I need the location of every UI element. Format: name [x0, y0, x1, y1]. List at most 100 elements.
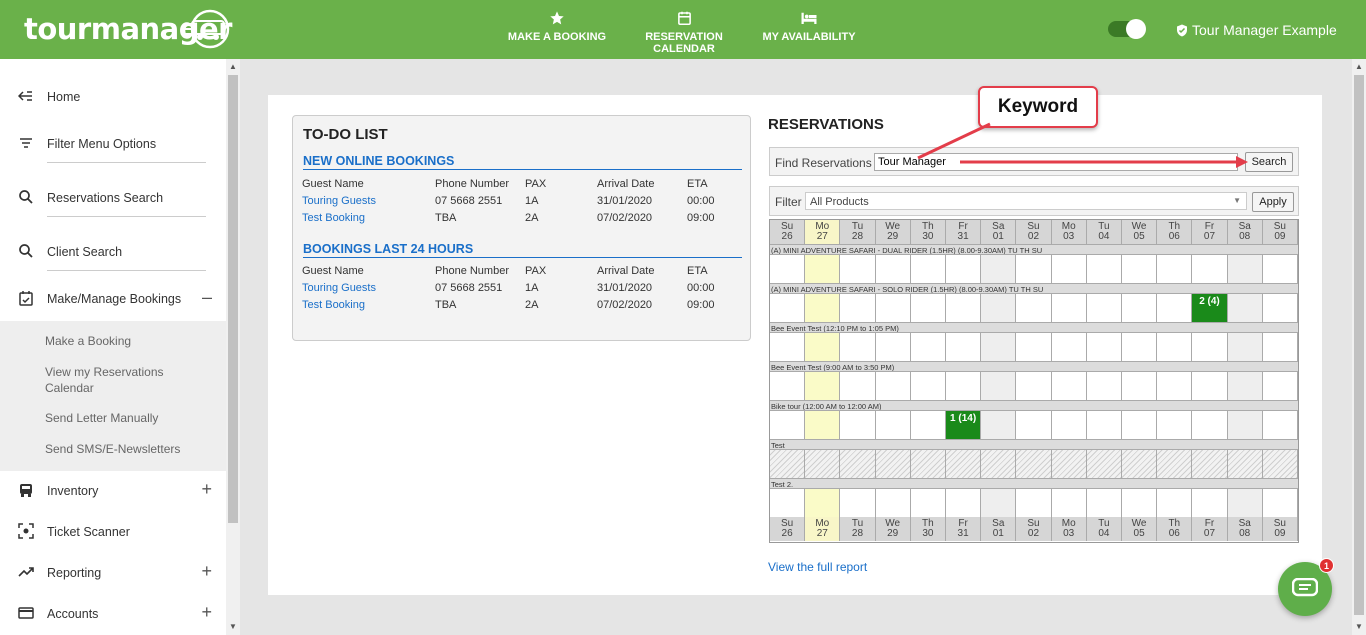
availability-cell[interactable]	[1262, 411, 1298, 439]
chat-launcher-button[interactable]: 1	[1278, 558, 1334, 616]
availability-cell[interactable]	[1086, 411, 1122, 439]
availability-cell[interactable]	[981, 450, 1017, 478]
availability-cell[interactable]	[946, 255, 982, 283]
availability-cell[interactable]	[1016, 333, 1052, 361]
availability-cell[interactable]	[1157, 411, 1193, 439]
availability-cell[interactable]	[1157, 489, 1193, 517]
view-full-report-link[interactable]: View the full report	[768, 560, 867, 574]
sidebar-item-ticket-scanner[interactable]: Ticket Scanner	[0, 517, 226, 547]
availability-cell[interactable]	[1051, 489, 1087, 517]
availability-cell[interactable]	[1192, 372, 1228, 400]
availability-cell[interactable]	[1227, 489, 1263, 517]
availability-cell[interactable]	[910, 333, 946, 361]
user-menu[interactable]: Tour Manager Example	[1176, 22, 1337, 38]
availability-cell[interactable]	[1227, 372, 1263, 400]
nav-make-booking[interactable]: MAKE A BOOKING	[506, 10, 608, 50]
availability-cell[interactable]	[875, 450, 911, 478]
availability-cell[interactable]	[910, 450, 946, 478]
availability-cell[interactable]	[770, 450, 806, 478]
availability-cell[interactable]	[910, 372, 946, 400]
availability-cell[interactable]	[805, 450, 841, 478]
page-scrollbar[interactable]: ▲ ▼	[1352, 59, 1366, 635]
sidebar-item-client-search[interactable]: Client Search	[0, 237, 226, 271]
product-row-label[interactable]: Test 2.	[770, 478, 1298, 489]
availability-cell[interactable]	[1262, 333, 1298, 361]
availability-cell[interactable]	[981, 411, 1017, 439]
submenu-item-make-booking[interactable]: Make a Booking	[45, 333, 131, 349]
availability-cell[interactable]	[1262, 372, 1298, 400]
submenu-item-view-reservations-calendar[interactable]: View my Reservations Calendar	[45, 364, 195, 396]
product-row-label[interactable]: (A) MINI ADVENTURE SAFARI - SOLO RIDER (…	[770, 283, 1298, 294]
availability-cell[interactable]	[1051, 255, 1087, 283]
availability-cell[interactable]	[1227, 333, 1263, 361]
availability-cell[interactable]	[981, 489, 1017, 517]
theme-toggle[interactable]	[1108, 19, 1146, 39]
product-row-label[interactable]: (A) MINI ADVENTURE SAFARI - DUAL RIDER (…	[770, 244, 1298, 255]
availability-cell[interactable]	[1016, 450, 1052, 478]
availability-cell[interactable]	[1051, 372, 1087, 400]
availability-cell[interactable]	[1192, 411, 1228, 439]
availability-cell[interactable]	[875, 489, 911, 517]
guest-link[interactable]: Touring Guests	[302, 195, 376, 207]
nav-reservation-calendar[interactable]: RESERVATION CALENDAR	[614, 10, 754, 55]
availability-cell[interactable]	[1016, 489, 1052, 517]
availability-cell[interactable]	[1157, 294, 1193, 322]
availability-cell[interactable]	[1157, 372, 1193, 400]
sidebar-item-accounts[interactable]: Accounts +	[0, 599, 226, 629]
availability-cell[interactable]	[875, 333, 911, 361]
availability-cell[interactable]	[840, 450, 876, 478]
availability-cell[interactable]	[840, 255, 876, 283]
availability-cell[interactable]	[840, 411, 876, 439]
availability-cell[interactable]	[805, 333, 841, 361]
guest-link[interactable]: Touring Guests	[302, 282, 376, 294]
availability-cell[interactable]	[805, 294, 841, 322]
expand-toggle[interactable]: +	[201, 561, 212, 582]
availability-cell[interactable]	[770, 294, 806, 322]
availability-cell[interactable]	[946, 489, 982, 517]
availability-cell[interactable]	[910, 411, 946, 439]
availability-cell[interactable]	[1122, 333, 1158, 361]
availability-cell[interactable]	[1086, 372, 1122, 400]
availability-cell[interactable]	[1262, 450, 1298, 478]
availability-cell[interactable]	[1227, 255, 1263, 283]
availability-cell[interactable]	[946, 450, 982, 478]
availability-cell[interactable]	[910, 489, 946, 517]
availability-cell[interactable]	[1086, 294, 1122, 322]
availability-cell[interactable]	[946, 294, 982, 322]
availability-cell[interactable]	[1122, 450, 1158, 478]
availability-cell[interactable]	[1122, 255, 1158, 283]
product-filter-select[interactable]: All Products ▼	[805, 192, 1247, 210]
availability-cell[interactable]	[946, 333, 982, 361]
availability-cell[interactable]	[1051, 333, 1087, 361]
availability-cell[interactable]	[1157, 333, 1193, 361]
collapse-toggle[interactable]: –	[202, 287, 212, 308]
availability-cell[interactable]	[1086, 255, 1122, 283]
availability-cell[interactable]	[910, 294, 946, 322]
availability-cell[interactable]	[1227, 294, 1263, 322]
guest-link[interactable]: Test Booking	[302, 212, 365, 224]
availability-cell[interactable]	[875, 372, 911, 400]
availability-cell[interactable]	[1016, 372, 1052, 400]
availability-cell[interactable]	[770, 489, 806, 517]
availability-cell[interactable]	[875, 294, 911, 322]
availability-cell[interactable]	[1016, 255, 1052, 283]
availability-cell[interactable]	[840, 372, 876, 400]
expand-toggle[interactable]: +	[201, 602, 212, 623]
sidebar-item-make-manage-bookings[interactable]: Make/Manage Bookings –	[0, 284, 226, 314]
availability-cell[interactable]	[1192, 255, 1228, 283]
sidebar-item-reporting[interactable]: Reporting +	[0, 558, 226, 588]
availability-cell[interactable]	[1227, 411, 1263, 439]
expand-toggle[interactable]: +	[201, 479, 212, 500]
sidebar-item-inventory[interactable]: Inventory +	[0, 476, 226, 506]
availability-cell[interactable]	[1051, 294, 1087, 322]
availability-cell[interactable]	[840, 489, 876, 517]
booking-cell[interactable]: 1 (14)	[946, 411, 982, 439]
availability-cell[interactable]	[840, 333, 876, 361]
availability-cell[interactable]	[770, 411, 806, 439]
product-row-label[interactable]: Bee Event Test (12:10 PM to 1:05 PM)	[770, 322, 1298, 333]
product-row-label[interactable]: Bike tour (12:00 AM to 12:00 AM)	[770, 400, 1298, 411]
availability-cell[interactable]	[981, 372, 1017, 400]
availability-cell[interactable]	[1262, 255, 1298, 283]
availability-cell[interactable]	[805, 372, 841, 400]
availability-cell[interactable]	[875, 255, 911, 283]
